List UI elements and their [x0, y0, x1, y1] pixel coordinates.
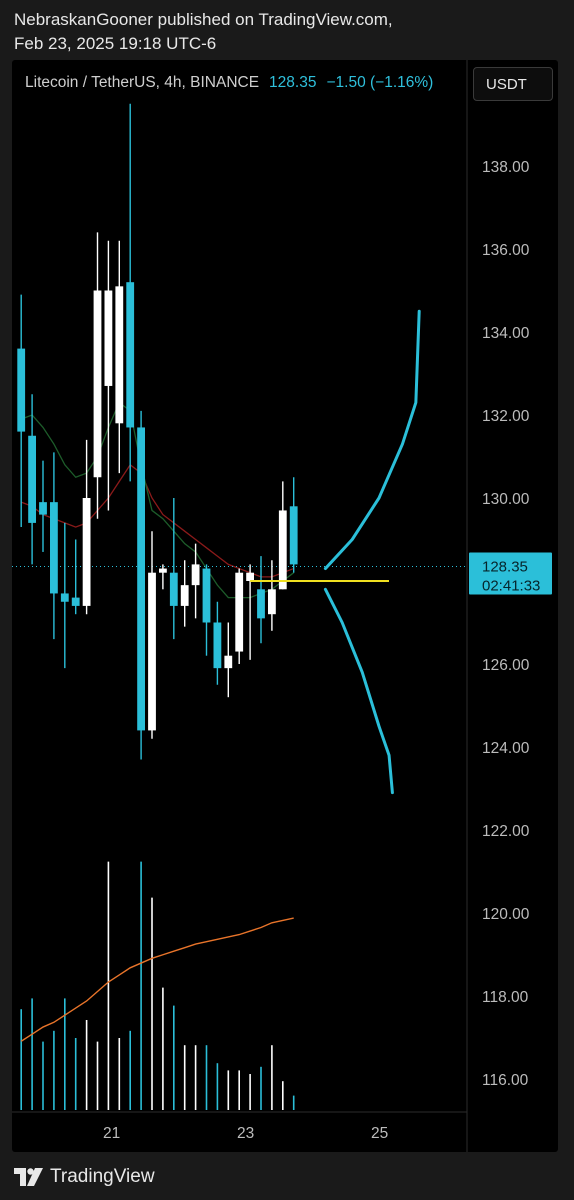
x-tick-label: 25: [371, 1125, 388, 1142]
published-line: NebraskanGooner published on TradingView…: [14, 10, 393, 29]
x-tick-label: 21: [103, 1125, 120, 1142]
symbol-name: Litecoin / TetherUS, 4h, BINANCE: [25, 74, 260, 91]
candle-body: [169, 572, 178, 606]
legend-change: −1.50 (−1.16%): [326, 74, 434, 91]
price-tag-value: 128.35: [482, 558, 528, 575]
candle-body: [93, 290, 102, 478]
candle-body: [278, 510, 287, 590]
y-tick-label: 122.00: [482, 823, 530, 840]
y-tick-label: 120.00: [482, 906, 530, 923]
candle-body: [126, 282, 135, 428]
currency-button[interactable]: USDT: [473, 67, 553, 101]
candle-body: [213, 622, 222, 669]
symbol-legend: Litecoin / TetherUS, 4h, BINANCE 128.35 −1…: [25, 74, 433, 92]
candle-body: [191, 564, 200, 586]
tradingview-logo-icon: [14, 1168, 43, 1186]
forecast-upper-curve: [323, 309, 421, 571]
candle-body: [104, 290, 113, 386]
candle-body: [71, 597, 80, 606]
candle-body: [28, 435, 36, 523]
date-line: Feb 23, 2025 19:18 UTC-6: [14, 34, 217, 53]
price-chart[interactable]: 138.00 136.00 134.00 132.00 130.00 126.00 124.…: [12, 60, 558, 1152]
publish-header: NebraskanGooner published on TradingView…: [14, 8, 554, 56]
footer: TradingView: [14, 1164, 155, 1190]
y-tick-label: 124.00: [482, 740, 530, 757]
candle-body: [17, 348, 26, 432]
candle-body: [39, 502, 47, 515]
candle-body: [202, 568, 211, 623]
candle-body: [289, 506, 298, 565]
forecast-lower-curve: [323, 587, 394, 795]
y-tick-label: 130.00: [482, 491, 530, 508]
y-tick-label: 126.00: [482, 657, 530, 674]
legend-price: 128.35: [269, 74, 317, 91]
candle-body: [246, 572, 254, 581]
y-tick-label: 132.00: [482, 408, 530, 425]
candle-body: [82, 498, 91, 606]
candle-body: [180, 585, 189, 606]
candle-body: [224, 655, 233, 669]
volume-ma-line: [20, 917, 294, 1042]
price-tag-countdown: 02:41:33: [482, 577, 540, 594]
candle-body: [137, 427, 145, 731]
moving-average-red: [20, 463, 294, 578]
candle-body: [235, 572, 244, 652]
candle-body: [60, 593, 69, 602]
candle-body: [257, 589, 265, 619]
y-tick-label: 118.00: [482, 989, 529, 1006]
candle-body: [159, 568, 167, 573]
chart-frame[interactable]: Litecoin / TetherUS, 4h, BINANCE 128.35 −1…: [12, 60, 558, 1152]
y-tick-label: 134.00: [482, 325, 530, 342]
candle-body: [115, 286, 124, 424]
y-tick-label: 116.00: [482, 1072, 529, 1089]
candle-body: [268, 589, 276, 615]
y-tick-label: 138.00: [482, 159, 530, 176]
candle-body: [148, 572, 156, 731]
candle-body: [50, 502, 58, 594]
y-tick-label: 136.00: [482, 242, 530, 259]
footer-brand: TradingView: [50, 1166, 155, 1187]
moving-average-green: [20, 401, 295, 599]
x-tick-label: 23: [237, 1125, 254, 1142]
